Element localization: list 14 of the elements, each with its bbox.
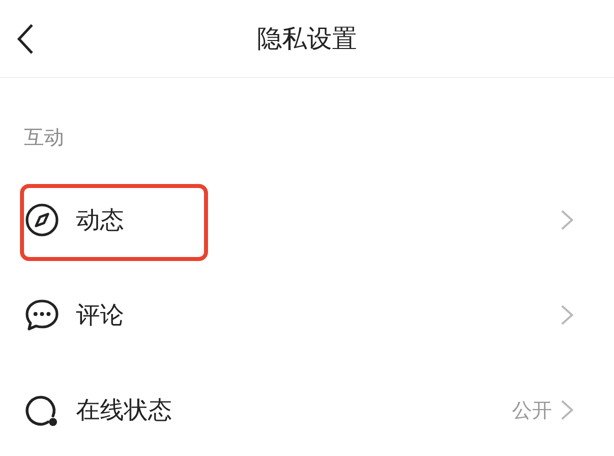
page-title: 隐私设置 bbox=[257, 22, 357, 55]
compass-icon bbox=[24, 202, 60, 238]
settings-row[interactable]: 评论 bbox=[0, 267, 614, 362]
row-label: 在线状态 bbox=[76, 394, 173, 426]
chat-icon bbox=[24, 296, 60, 332]
chevron-icon bbox=[560, 304, 574, 326]
chevron-icon bbox=[560, 398, 574, 420]
row-label: 动态 bbox=[76, 204, 125, 236]
chevron-icon bbox=[560, 208, 574, 230]
section-label: 互动 bbox=[23, 124, 65, 151]
settings-row[interactable]: 在线状态 公开 bbox=[0, 362, 614, 456]
row-value: 公开 bbox=[512, 396, 552, 424]
row-label: 评论 bbox=[76, 300, 125, 330]
settings-row[interactable]: 动态 bbox=[0, 172, 614, 267]
